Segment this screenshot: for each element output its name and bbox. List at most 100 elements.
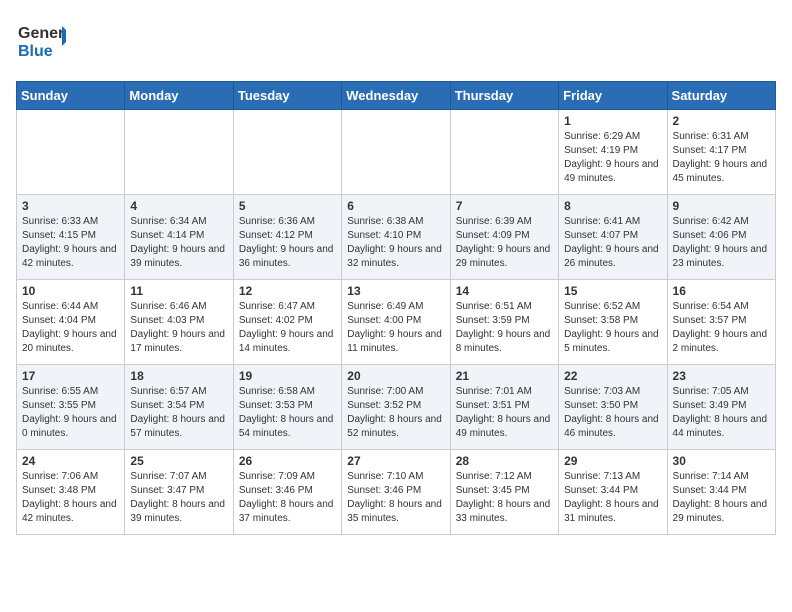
day-number: 2 <box>673 114 770 128</box>
day-info: Sunrise: 7:03 AM Sunset: 3:50 PM Dayligh… <box>564 385 661 441</box>
day-cell-6: 6 Sunrise: 6:38 AM Sunset: 4:10 PM Daylig… <box>342 195 450 280</box>
day-info: Sunrise: 7:14 AM Sunset: 3:44 PM Dayligh… <box>673 470 770 526</box>
day-number: 10 <box>22 284 119 298</box>
week-row-4: 17 Sunrise: 6:55 AM Sunset: 3:55 PM Dayli… <box>17 365 776 450</box>
day-info: Sunrise: 6:39 AM Sunset: 4:09 PM Dayligh… <box>456 215 553 271</box>
day-info: Sunrise: 6:47 AM Sunset: 4:02 PM Dayligh… <box>239 300 336 356</box>
day-number: 5 <box>239 199 336 213</box>
day-info: Sunrise: 7:09 AM Sunset: 3:46 PM Dayligh… <box>239 470 336 526</box>
weekday-header-thursday: Thursday <box>450 82 558 110</box>
weekday-header-friday: Friday <box>559 82 667 110</box>
weekday-header-wednesday: Wednesday <box>342 82 450 110</box>
day-number: 18 <box>130 369 227 383</box>
day-number: 17 <box>22 369 119 383</box>
day-number: 20 <box>347 369 444 383</box>
weekday-header-row: SundayMondayTuesdayWednesdayThursdayFrid… <box>17 82 776 110</box>
day-cell-9: 9 Sunrise: 6:42 AM Sunset: 4:06 PM Daylig… <box>667 195 775 280</box>
day-info: Sunrise: 6:58 AM Sunset: 3:53 PM Dayligh… <box>239 385 336 441</box>
day-cell-26: 26 Sunrise: 7:09 AM Sunset: 3:46 PM Dayli… <box>233 450 341 535</box>
day-cell-24: 24 Sunrise: 7:06 AM Sunset: 3:48 PM Dayli… <box>17 450 125 535</box>
empty-cell <box>125 110 233 195</box>
day-info: Sunrise: 6:41 AM Sunset: 4:07 PM Dayligh… <box>564 215 661 271</box>
day-info: Sunrise: 6:51 AM Sunset: 3:59 PM Dayligh… <box>456 300 553 356</box>
weekday-header-tuesday: Tuesday <box>233 82 341 110</box>
day-cell-5: 5 Sunrise: 6:36 AM Sunset: 4:12 PM Daylig… <box>233 195 341 280</box>
day-info: Sunrise: 6:38 AM Sunset: 4:10 PM Dayligh… <box>347 215 444 271</box>
day-cell-18: 18 Sunrise: 6:57 AM Sunset: 3:54 PM Dayli… <box>125 365 233 450</box>
day-cell-20: 20 Sunrise: 7:00 AM Sunset: 3:52 PM Dayli… <box>342 365 450 450</box>
day-number: 4 <box>130 199 227 213</box>
day-number: 11 <box>130 284 227 298</box>
day-number: 23 <box>673 369 770 383</box>
day-cell-25: 25Sunrise: 7:07 AM Sunset: 3:47 PM Dayli… <box>125 450 233 535</box>
day-cell-2: 2 Sunrise: 6:31 AM Sunset: 4:17 PM Daylig… <box>667 110 775 195</box>
day-cell-11: 11 Sunrise: 6:46 AM Sunset: 4:03 PM Dayli… <box>125 280 233 365</box>
day-cell-27: 27 Sunrise: 7:10 AM Sunset: 3:46 PM Dayli… <box>342 450 450 535</box>
day-info: Sunrise: 7:12 AM Sunset: 3:45 PM Dayligh… <box>456 470 553 526</box>
day-number: 7 <box>456 199 553 213</box>
day-cell-22: 22 Sunrise: 7:03 AM Sunset: 3:50 PM Dayli… <box>559 365 667 450</box>
day-number: 29 <box>564 454 661 468</box>
day-number: 27 <box>347 454 444 468</box>
day-info: Sunrise: 6:49 AM Sunset: 4:00 PM Dayligh… <box>347 300 444 356</box>
day-info: Sunrise: 6:55 AM Sunset: 3:55 PM Dayligh… <box>22 385 119 441</box>
day-number: 12 <box>239 284 336 298</box>
day-cell-7: 7 Sunrise: 6:39 AM Sunset: 4:09 PM Daylig… <box>450 195 558 280</box>
day-info: Sunrise: 6:36 AM Sunset: 4:12 PM Dayligh… <box>239 215 336 271</box>
day-number: 26 <box>239 454 336 468</box>
day-number: 22 <box>564 369 661 383</box>
day-cell-1: 1 Sunrise: 6:29 AM Sunset: 4:19 PM Daylig… <box>559 110 667 195</box>
day-cell-19: 19 Sunrise: 6:58 AM Sunset: 3:53 PM Dayli… <box>233 365 341 450</box>
day-info: Sunrise: 7:06 AM Sunset: 3:48 PM Dayligh… <box>22 470 119 526</box>
week-row-1: 1 Sunrise: 6:29 AM Sunset: 4:19 PM Daylig… <box>17 110 776 195</box>
day-cell-13: 13Sunrise: 6:49 AM Sunset: 4:00 PM Dayli… <box>342 280 450 365</box>
day-info: Sunrise: 6:54 AM Sunset: 3:57 PM Dayligh… <box>673 300 770 356</box>
day-number: 19 <box>239 369 336 383</box>
day-cell-28: 28 Sunrise: 7:12 AM Sunset: 3:45 PM Dayli… <box>450 450 558 535</box>
day-cell-8: 8 Sunrise: 6:41 AM Sunset: 4:07 PM Daylig… <box>559 195 667 280</box>
day-number: 25 <box>130 454 227 468</box>
day-cell-3: 3 Sunrise: 6:33 AM Sunset: 4:15 PM Daylig… <box>17 195 125 280</box>
day-cell-10: 10 Sunrise: 6:44 AM Sunset: 4:04 PM Dayli… <box>17 280 125 365</box>
page-header: General Blue <box>16 16 776 71</box>
day-info: Sunrise: 7:00 AM Sunset: 3:52 PM Dayligh… <box>347 385 444 441</box>
day-info: Sunrise: 6:44 AM Sunset: 4:04 PM Dayligh… <box>22 300 119 356</box>
day-number: 6 <box>347 199 444 213</box>
day-number: 15 <box>564 284 661 298</box>
day-number: 8 <box>564 199 661 213</box>
day-info: Sunrise: 7:10 AM Sunset: 3:46 PM Dayligh… <box>347 470 444 526</box>
week-row-2: 3 Sunrise: 6:33 AM Sunset: 4:15 PM Daylig… <box>17 195 776 280</box>
day-number: 1 <box>564 114 661 128</box>
day-number: 24 <box>22 454 119 468</box>
day-info: Sunrise: 6:46 AM Sunset: 4:03 PM Dayligh… <box>130 300 227 356</box>
logo: General Blue <box>16 16 66 71</box>
day-cell-15: 15 Sunrise: 6:52 AM Sunset: 3:58 PM Dayli… <box>559 280 667 365</box>
empty-cell <box>233 110 341 195</box>
day-cell-4: 4 Sunrise: 6:34 AM Sunset: 4:14 PM Daylig… <box>125 195 233 280</box>
day-cell-17: 17 Sunrise: 6:55 AM Sunset: 3:55 PM Dayli… <box>17 365 125 450</box>
day-number: 14 <box>456 284 553 298</box>
day-info: Sunrise: 7:05 AM Sunset: 3:49 PM Dayligh… <box>673 385 770 441</box>
day-info: Sunrise: 6:34 AM Sunset: 4:14 PM Dayligh… <box>130 215 227 271</box>
day-info: Sunrise: 7:13 AM Sunset: 3:44 PM Dayligh… <box>564 470 661 526</box>
logo-graphic: General Blue <box>16 16 66 71</box>
day-cell-21: 21Sunrise: 7:01 AM Sunset: 3:51 PM Dayli… <box>450 365 558 450</box>
day-info: Sunrise: 6:31 AM Sunset: 4:17 PM Dayligh… <box>673 130 770 186</box>
day-info: Sunrise: 6:52 AM Sunset: 3:58 PM Dayligh… <box>564 300 661 356</box>
day-info: Sunrise: 6:29 AM Sunset: 4:19 PM Dayligh… <box>564 130 661 186</box>
day-number: 3 <box>22 199 119 213</box>
svg-text:Blue: Blue <box>18 43 53 60</box>
week-row-3: 10 Sunrise: 6:44 AM Sunset: 4:04 PM Dayli… <box>17 280 776 365</box>
day-number: 16 <box>673 284 770 298</box>
day-cell-30: 30Sunrise: 7:14 AM Sunset: 3:44 PM Dayli… <box>667 450 775 535</box>
day-info: Sunrise: 7:01 AM Sunset: 3:51 PM Dayligh… <box>456 385 553 441</box>
day-info: Sunrise: 6:42 AM Sunset: 4:06 PM Dayligh… <box>673 215 770 271</box>
week-row-5: 24 Sunrise: 7:06 AM Sunset: 3:48 PM Dayli… <box>17 450 776 535</box>
day-info: Sunrise: 6:57 AM Sunset: 3:54 PM Dayligh… <box>130 385 227 441</box>
day-number: 28 <box>456 454 553 468</box>
day-number: 9 <box>673 199 770 213</box>
day-info: Sunrise: 6:33 AM Sunset: 4:15 PM Dayligh… <box>22 215 119 271</box>
day-cell-12: 12 Sunrise: 6:47 AM Sunset: 4:02 PM Dayli… <box>233 280 341 365</box>
day-cell-16: 16 Sunrise: 6:54 AM Sunset: 3:57 PM Dayli… <box>667 280 775 365</box>
empty-cell <box>342 110 450 195</box>
